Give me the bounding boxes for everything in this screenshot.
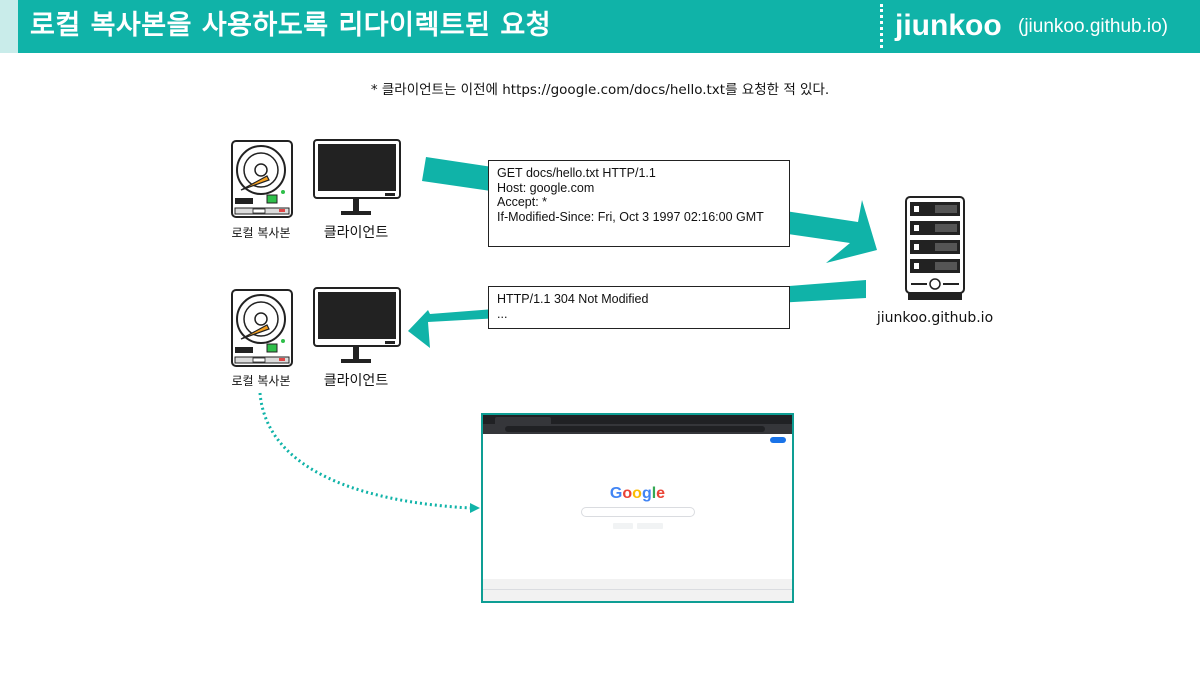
server-label: jiunkoo.github.io	[876, 310, 994, 326]
response-ellipsis: ...	[497, 306, 508, 321]
request-host-header: Host: google.com	[497, 180, 595, 195]
request-accept-header: Accept: *	[497, 195, 548, 209]
browser-tab	[495, 417, 551, 424]
response-status-line: HTTP/1.1 304 Not Modified	[497, 292, 649, 306]
monitor-icon	[313, 139, 401, 215]
request-message-box: GET docs/hello.txt HTTP/1.1 Host: google…	[488, 160, 790, 247]
request-line: GET docs/hello.txt HTTP/1.1	[497, 166, 656, 180]
footer-divider	[483, 589, 792, 590]
local-copy-label: 로컬 복사본	[231, 226, 291, 240]
server-icon	[905, 196, 965, 300]
monitor-icon	[313, 287, 401, 363]
redirect-dotted-arrow	[258, 392, 480, 513]
browser-screenshot: Google	[481, 413, 794, 603]
local-copy-label: 로컬 복사본	[231, 374, 291, 388]
search-button	[613, 523, 633, 529]
search-box	[581, 507, 695, 517]
client-label: 클라이언트	[323, 373, 389, 389]
browser-footer	[483, 579, 792, 601]
sign-in-button	[770, 437, 786, 443]
client-label: 클라이언트	[323, 225, 389, 241]
google-logo: Google	[609, 485, 666, 502]
request-if-modified-since-header: If-Modified-Since: Fri, Oct 3 1997 02:16…	[497, 209, 764, 224]
browser-address-bar	[505, 426, 765, 432]
hard-disk-icon	[231, 140, 293, 218]
lucky-button	[637, 523, 663, 529]
response-message-box: HTTP/1.1 304 Not Modified ...	[488, 286, 790, 329]
hard-disk-icon	[231, 289, 293, 367]
